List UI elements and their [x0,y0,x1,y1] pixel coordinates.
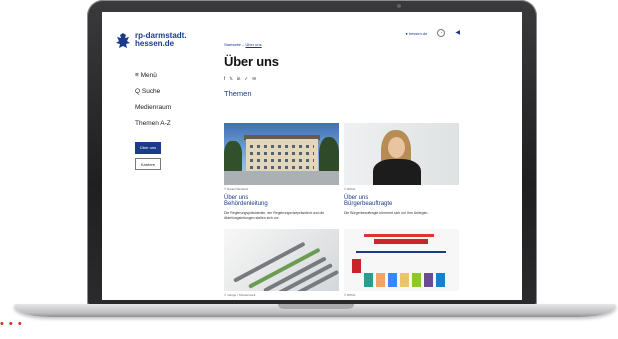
card-title[interactable]: Behördenleitung [224,201,339,208]
top-bar: ● hessen.de ◔ ◀ [405,29,460,37]
topic-card-buergerbeauftragte[interactable]: © RPDA Über uns Bürgerbeauftragte Die Bü… [344,123,459,216]
image-credit: © RPDA [344,187,356,191]
side-navigation: ≡ Menü Q Suche Medienraum Themen A-Z Übe… [135,72,171,174]
building-photo [224,123,339,185]
topic-card-document[interactable]: © RPDA [344,229,459,297]
user-icon[interactable]: ◔ [437,29,446,37]
facebook-icon[interactable]: f [224,76,225,82]
laptop-screen: rp-darmstadt. hessen.de ● hessen.de ◔ ◀ … [102,12,522,300]
hessen-link[interactable]: ● hessen.de [405,31,427,36]
mail-icon[interactable]: ✉ [252,76,256,82]
image-credit: © mdrigo / Shutterstock [224,293,256,297]
breadcrumb-current[interactable]: Über uns [245,42,261,47]
decorative-dots: • • • [0,318,23,330]
karriere-button[interactable]: Karriere [135,158,161,170]
site-logo[interactable]: rp-darmstadt. hessen.de [114,32,187,50]
breadcrumb: Startseite – Über uns [224,42,464,47]
share-icon[interactable]: ✓ [244,76,248,82]
card-description: Die Regierungspräsidentin, der Regierung… [224,211,325,220]
image-credit: © RPDA [344,293,356,297]
card-title[interactable]: Bürgerbeauftragte [344,201,459,208]
share-bar: f 𝕏 in ✓ ✉ [224,76,464,82]
breadcrumb-home[interactable]: Startseite [224,42,241,47]
breadcrumb-separator: – [242,42,245,47]
ueber-uns-button[interactable]: Über uns [135,142,161,154]
section-title: Themen [224,89,252,98]
speaker-icon[interactable]: ◀ [455,30,460,36]
search-button[interactable]: Q Suche [135,88,171,104]
main-content: Startseite – Über uns Über uns f 𝕏 in ✓ … [224,42,464,297]
logo-line-2: hessen.de [135,39,175,48]
topic-card-tools[interactable]: © mdrigo / Shutterstock [224,229,339,297]
linkedin-icon[interactable]: in [237,76,241,82]
page-title: Über uns [224,54,279,69]
nav-item-themen[interactable]: Themen A-Z [135,120,171,136]
camera-dot [397,4,401,8]
tools-photo [224,229,339,291]
x-icon[interactable]: 𝕏 [229,76,233,82]
menu-button[interactable]: ≡ Menü [135,72,171,88]
hessen-lion-icon [116,33,130,48]
laptop-notch [278,304,354,309]
portrait-photo [344,123,459,185]
document-photo [344,229,459,291]
logo-text: rp-darmstadt. hessen.de [135,32,187,48]
card-description: Die Bürgerbeauftragte kümmert sich um Ih… [344,211,429,215]
nav-item-medienraum[interactable]: Medienraum [135,104,171,120]
topic-card-behoerdenleitung[interactable]: © Daniel Werbeck Über uns Behördenleitun… [224,123,339,221]
image-credit: © Daniel Werbeck [224,187,249,191]
